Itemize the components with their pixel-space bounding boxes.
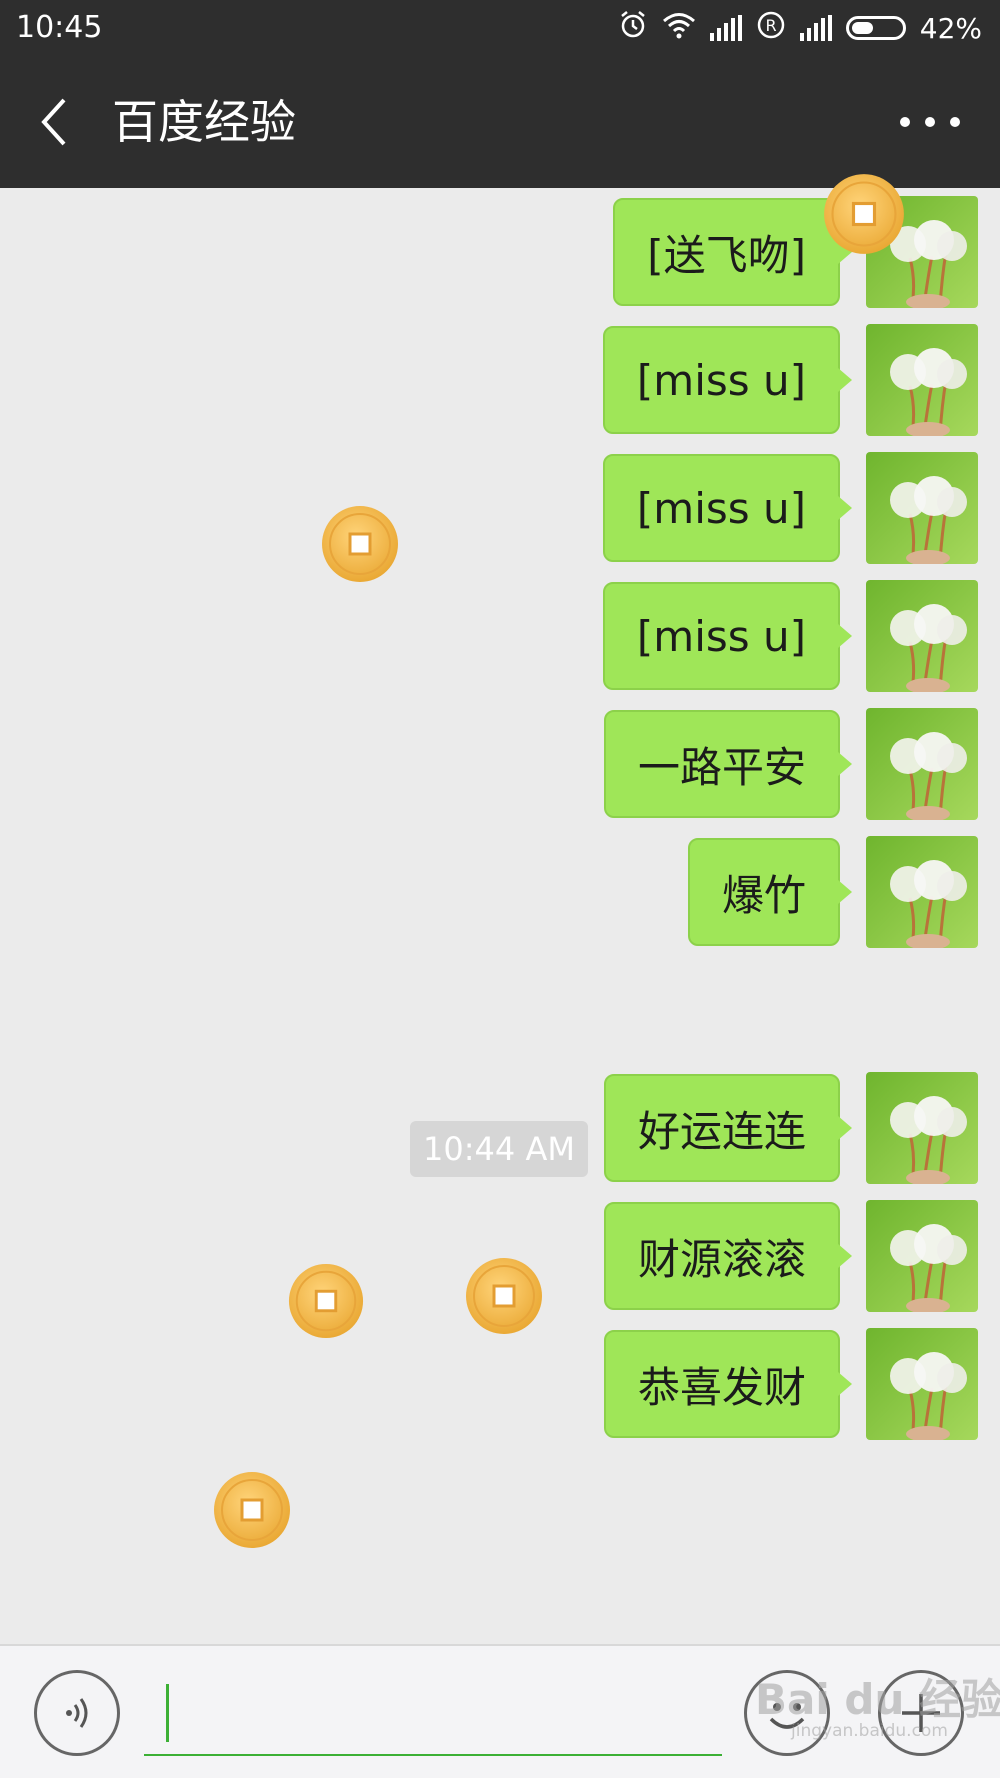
coin-icon [287,1262,365,1340]
svg-text:R: R [765,16,776,35]
message-bubble[interactable]: 恭喜发财 [603,1330,853,1438]
message-row: [miss u] [602,452,978,564]
message-row: [miss u] [602,580,978,692]
input-bar: Bai du 经验 jingyan.baidu.com [0,1644,1000,1778]
battery-icon [845,16,906,40]
coin-icon [464,1256,544,1336]
message-timestamp: 10:44 AM [410,1121,588,1177]
message-bubble[interactable]: [miss u] [602,582,853,690]
avatar[interactable] [866,1200,978,1312]
message-row: [送飞吻] [613,196,978,308]
coin-icon [212,1470,292,1550]
avatar[interactable] [866,708,978,820]
battery-percent: 42% [919,11,982,45]
chevron-left-icon[interactable] [30,92,80,152]
message-bubble[interactable]: 好运连连 [603,1074,853,1182]
coin-icon [822,172,906,256]
avatar[interactable] [866,836,978,948]
status-time: 10:45 [16,10,103,45]
coin-icon [320,504,400,584]
page-title: 百度经验 [112,95,296,149]
message-bubble[interactable]: [送飞吻] [613,198,852,306]
message-row: 爆竹 [687,836,978,948]
avatar[interactable] [866,452,978,564]
message-bubble[interactable]: [miss u] [602,326,853,434]
message-row: 好运连连 [603,1072,978,1184]
status-bar: 10:45 R 42% [0,0,1000,56]
message-bubble[interactable]: 财源滚滚 [603,1202,853,1310]
alarm-icon [618,10,648,47]
message-row: 财源滚滚 [603,1200,978,1312]
message-bubble[interactable]: [miss u] [602,454,853,562]
message-input[interactable] [144,1672,722,1756]
chat-header: 百度经验 [0,56,1000,188]
emoji-icon[interactable] [744,1670,830,1756]
wifi-icon [662,11,696,46]
chat-area[interactable]: 10:44 AM [送飞吻] [miss u] [miss u] [miss u] 一路… [0,188,1000,1644]
text-caret [166,1684,169,1742]
avatar[interactable] [866,324,978,436]
registered-icon: R [756,10,786,47]
avatar[interactable] [866,1328,978,1440]
message-bubble[interactable]: 一路平安 [603,710,853,818]
avatar[interactable] [866,1072,978,1184]
message-row: 一路平安 [603,708,978,820]
signal-icon [799,15,832,41]
status-icons: R 42% [618,8,982,48]
message-row: [miss u] [602,324,978,436]
plus-icon[interactable] [878,1670,964,1756]
voice-icon[interactable] [34,1670,120,1756]
more-dots-icon[interactable] [900,100,960,144]
message-row: 恭喜发财 [603,1328,978,1440]
message-bubble[interactable]: 爆竹 [687,838,853,946]
signal-icon [709,15,742,41]
avatar[interactable] [866,580,978,692]
